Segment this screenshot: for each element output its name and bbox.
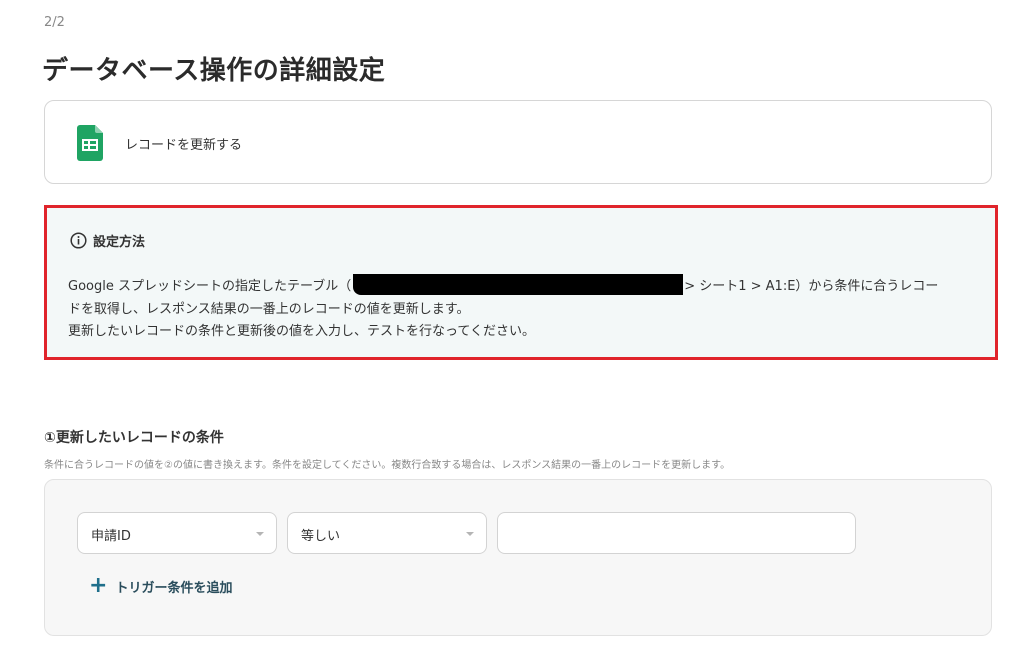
setup-instructions-box: 設定方法 Google スプレッドシートの指定したテーブル（ > シート1 > A… bbox=[44, 205, 998, 360]
condition-section-title: ①更新したいレコードの条件 bbox=[44, 430, 224, 446]
chevron-down-icon bbox=[256, 532, 264, 536]
info-line-3: 更新したいレコードの条件と更新後の値を入力し、テストを行なってください。 bbox=[68, 324, 535, 339]
info-line-1-prefix: Google スプレッドシートの指定したテーブル（ bbox=[68, 279, 352, 294]
chevron-down-icon bbox=[466, 532, 474, 536]
field-select-value: 申請ID bbox=[91, 529, 131, 544]
info-line-1-suffix: > シート1 > A1:E）から条件に合うレコー bbox=[684, 279, 939, 294]
info-line-1: Google スプレッドシートの指定したテーブル（ > シート1 > A1:E）か… bbox=[68, 274, 968, 299]
add-trigger-condition-label: トリガー条件を追加 bbox=[115, 580, 233, 596]
info-header: 設定方法 bbox=[70, 231, 145, 250]
redacted-block bbox=[353, 274, 684, 295]
plus-icon: + bbox=[89, 573, 108, 598]
info-text: Google スプレッドシートの指定したテーブル（ > シート1 > A1:E）か… bbox=[68, 274, 968, 344]
action-label: レコードを更新する bbox=[125, 138, 243, 153]
info-icon bbox=[70, 232, 87, 249]
condition-value-input[interactable] bbox=[497, 512, 856, 554]
add-trigger-condition-button[interactable]: + トリガー条件を追加 bbox=[89, 573, 233, 598]
page-title: データベース操作の詳細設定 bbox=[42, 56, 386, 86]
action-card: レコードを更新する bbox=[44, 100, 992, 184]
field-select[interactable]: 申請ID bbox=[77, 512, 277, 554]
condition-section-description: 条件に合うレコードの値を②の値に書き換えます。条件を設定してください。複数行合致… bbox=[44, 460, 731, 471]
operator-select-value: 等しい bbox=[301, 529, 341, 544]
step-indicator: 2/2 bbox=[44, 15, 65, 30]
google-sheets-icon bbox=[77, 125, 103, 161]
info-line-2: ドを取得し、レスポンス結果の一番上のレコードの値を更新します。 bbox=[68, 301, 470, 317]
info-title: 設定方法 bbox=[93, 235, 146, 250]
operator-select[interactable]: 等しい bbox=[287, 512, 487, 554]
condition-box: 申請ID 等しい + トリガー条件を追加 bbox=[44, 479, 992, 636]
